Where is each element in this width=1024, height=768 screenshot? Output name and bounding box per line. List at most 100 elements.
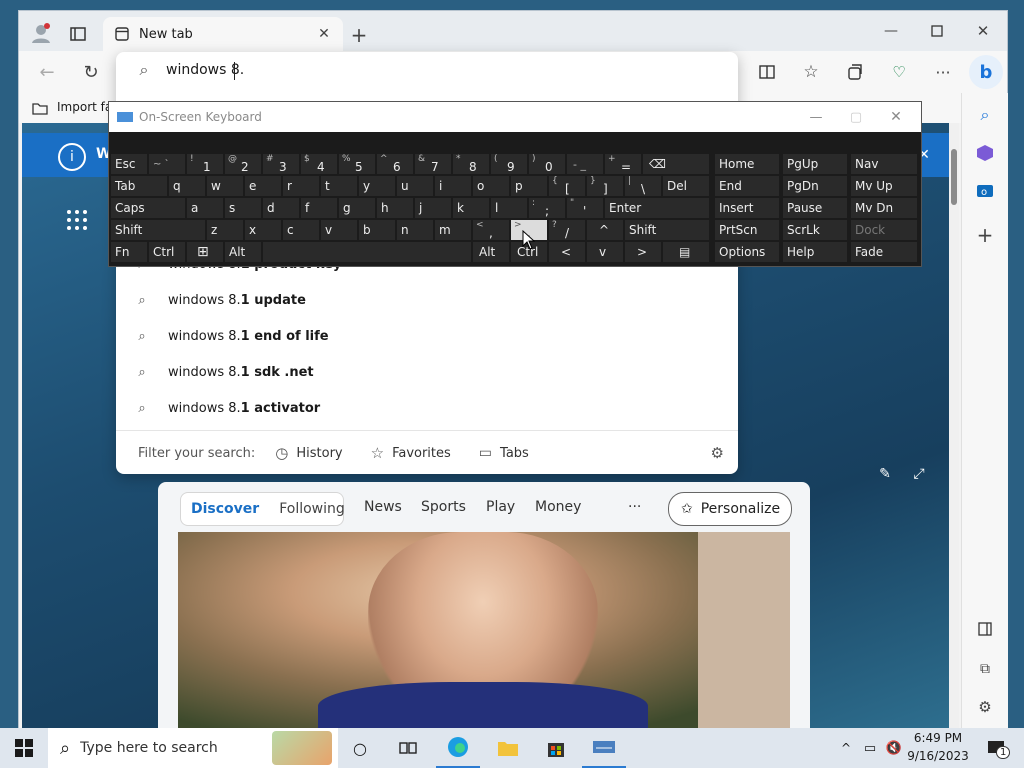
settings-more-icon[interactable]: ··· [929,59,957,85]
edit-background-icon[interactable]: ✎ [874,463,896,485]
suggestion-item[interactable]: ⌕ windows 8. 1 update [116,282,738,318]
key-8[interactable]: * 8 [453,154,489,174]
key-f[interactable]: f [301,198,337,218]
key-move-up[interactable]: Mv Up [851,176,917,196]
key-h[interactable]: h [377,198,413,218]
suggestion-item[interactable]: ⌕ windows 8. 1 activator [116,390,738,426]
key-7[interactable]: & 7 [415,154,451,174]
osk-taskbar-icon[interactable] [582,728,626,768]
osk-maximize-icon[interactable]: ▢ [841,110,871,125]
store-icon[interactable] [534,728,578,768]
tray-chevron-icon[interactable]: ^ [834,728,858,768]
key-5[interactable]: % 5 [339,154,375,174]
key-right-bracket[interactable]: }] [587,176,623,196]
key-pgup[interactable]: PgUp [783,154,847,174]
start-button[interactable] [2,728,46,768]
osk-minimize-icon[interactable]: — [801,110,831,125]
notification-center-icon[interactable]: 1 [976,728,1016,768]
key-2[interactable]: @2 [225,154,261,174]
profile-icon[interactable] [27,19,55,47]
filter-tabs-button[interactable]: Tabs [500,446,529,461]
refresh-icon[interactable]: ↻ [77,59,105,85]
split-screen-icon[interactable] [753,59,781,85]
key-k[interactable]: k [453,198,489,218]
key-i[interactable]: i [435,176,471,196]
key-delete[interactable]: Del [663,176,709,196]
key-scrlk[interactable]: ScrLk [783,220,847,240]
more-tabs-icon[interactable]: ··· [628,499,641,515]
personalize-button[interactable]: ✩ Personalize [668,492,792,526]
volume-muted-icon[interactable]: 🔇 [882,728,906,768]
key-tab[interactable]: Tab [111,176,167,196]
favorites-star-icon[interactable]: ☆ [797,59,825,85]
key-left-bracket[interactable]: {[ [549,176,585,196]
key-move-down[interactable]: Mv Dn [851,198,917,218]
tab-following[interactable]: Following [279,501,345,517]
key-tilde[interactable]: ~ ` [149,154,185,174]
key-w[interactable]: w [207,176,243,196]
taskbar-search[interactable]: ⌕ Type here to search [48,728,338,768]
suggestion-item[interactable]: ⌕ windows 8. 1 end of life [116,318,738,354]
tab-play[interactable]: Play [486,499,515,515]
close-tab-icon[interactable]: ✕ [315,25,333,43]
tab-money[interactable]: Money [535,499,581,515]
tab-discover[interactable]: Discover [191,501,259,517]
browser-essentials-icon[interactable]: ♡ [885,59,913,85]
key-minus[interactable]: - _ [567,154,603,174]
apps-grid-icon[interactable] [66,209,90,233]
file-explorer-icon[interactable] [486,728,530,768]
key-q[interactable]: q [169,176,205,196]
tab-news[interactable]: News [364,499,402,515]
key-menu[interactable]: ▤ [663,242,709,262]
key-quote[interactable]: " ' [567,198,603,218]
key-nav[interactable]: Nav [851,154,917,174]
clock-date[interactable]: 9/16/2023 [906,749,970,763]
key-options[interactable]: Options [715,242,779,262]
suggestion-item[interactable]: ⌕ windows 8. 1 sdk .net [116,354,738,390]
scrollbar[interactable] [949,123,959,729]
key-esc[interactable]: Esc [111,154,147,174]
key-x[interactable]: x [245,220,281,240]
sidebar-add-icon[interactable]: + [971,221,999,249]
key-backspace[interactable]: ⌫ [643,154,709,174]
key-end[interactable]: End [715,176,779,196]
key-fade[interactable]: Fade [851,242,917,262]
key-s[interactable]: s [225,198,261,218]
key-dock[interactable]: Dock [851,220,917,240]
cortana-icon[interactable]: ○ [338,728,382,768]
edge-taskbar-icon[interactable] [436,728,480,768]
sidebar-outlook-icon[interactable]: o [971,177,999,205]
key-pgdn[interactable]: PgDn [783,176,847,196]
key-e[interactable]: e [245,176,281,196]
key-arrow-up[interactable]: ^ [587,220,623,240]
sidebar-settings-icon[interactable]: ⚙ [971,693,999,721]
key-d[interactable]: d [263,198,299,218]
key-windows[interactable]: ⊞ [187,242,223,262]
key-alt-left[interactable]: Alt [225,242,261,262]
key-y[interactable]: y [359,176,395,196]
maximize-icon[interactable] [923,19,951,43]
clock-time[interactable]: 6:49 PM [906,731,970,745]
collections-icon[interactable] [841,59,869,85]
key-comma[interactable]: <, [473,220,509,240]
key-caps-lock[interactable]: Caps [111,198,185,218]
key-a[interactable]: a [187,198,223,218]
key-alt-right[interactable]: Alt [473,242,509,262]
key-prtscn[interactable]: PrtScn [715,220,779,240]
osk-close-icon[interactable]: ✕ [881,109,911,125]
close-window-icon[interactable]: ✕ [969,19,997,43]
key-9[interactable]: (9 [491,154,527,174]
expand-icon[interactable]: ⤢ [908,463,930,485]
key-semicolon[interactable]: :; [529,198,565,218]
bing-copilot-icon[interactable]: b [969,55,1003,89]
filter-settings-icon[interactable]: ⚙ [711,444,724,462]
sidebar-copilot-icon[interactable] [971,139,999,167]
key-backslash[interactable]: | \ [625,176,661,196]
key-b[interactable]: b [359,220,395,240]
key-equals[interactable]: + = [605,154,641,174]
network-icon[interactable]: ▭ [858,728,882,768]
back-icon[interactable]: ← [33,59,61,85]
key-m[interactable]: m [435,220,471,240]
key-l[interactable]: l [491,198,527,218]
key-home[interactable]: Home [715,154,779,174]
